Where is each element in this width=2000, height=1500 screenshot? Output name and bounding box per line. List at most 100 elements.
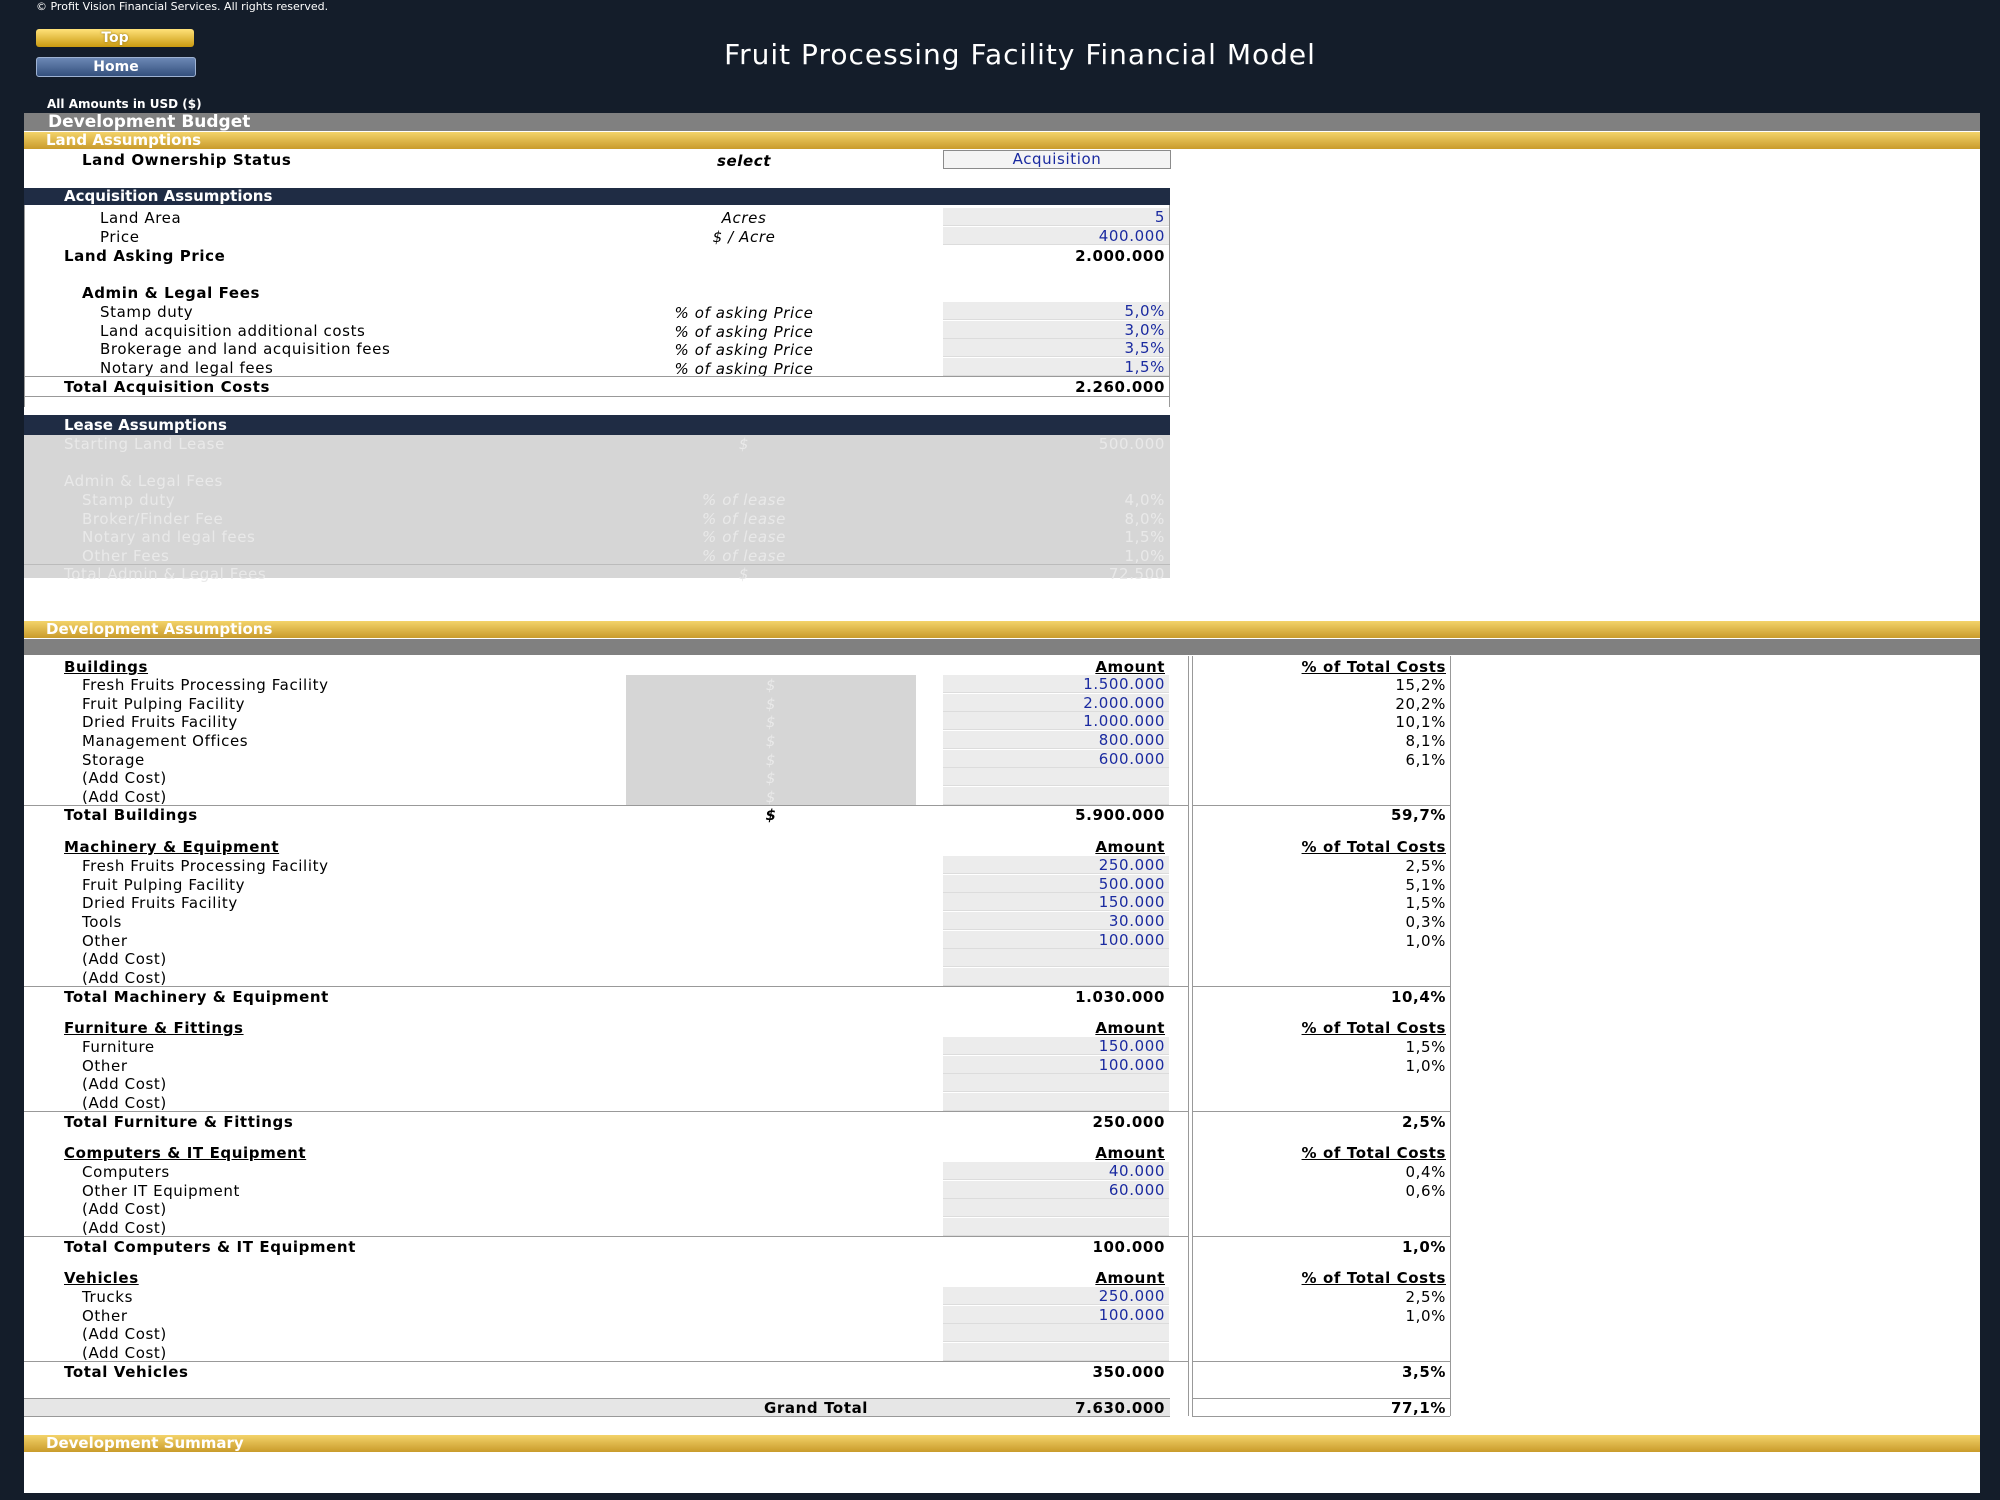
- admin-legal-fees-title: Admin & Legal Fees: [82, 284, 260, 302]
- buildings-row-pct: 20,2%: [1395, 695, 1446, 713]
- land-ownership-dropdown[interactable]: Acquisition: [943, 150, 1171, 169]
- lease-fee-value: 8,0%: [1124, 510, 1165, 528]
- machinery-row-label: Fruit Pulping Facility: [82, 876, 246, 894]
- fee-input[interactable]: 3,0%: [943, 321, 1165, 339]
- furniture-amount-input[interactable]: 150.000: [943, 1037, 1165, 1055]
- machinery-row-pct: 2,5%: [1405, 857, 1446, 875]
- total-acquisition-label: Total Acquisition Costs: [64, 378, 270, 396]
- pct-column-left-border: [1192, 656, 1193, 1416]
- machinery-row-pct: 5,1%: [1405, 876, 1446, 894]
- pct-header: % of Total Costs: [1301, 1019, 1446, 1037]
- buildings-row-unit: $: [765, 695, 777, 713]
- home-button[interactable]: Home: [36, 57, 196, 77]
- buildings-amount-input[interactable]: 800.000: [943, 731, 1165, 749]
- computers-amount-input[interactable]: [943, 1199, 1169, 1217]
- buildings-amount-input[interactable]: 600.000: [943, 750, 1165, 768]
- fee-label: Land acquisition additional costs: [100, 322, 366, 340]
- grand-total-amount: 7.630.000: [1075, 1399, 1165, 1417]
- machinery-amount-input[interactable]: 30.000: [943, 912, 1165, 930]
- lease-fee-value: 1,0%: [1124, 547, 1165, 565]
- buildings-row-label: Fresh Fruits Processing Facility: [82, 676, 329, 694]
- total-machinery-label: Total Machinery & Equipment: [64, 988, 329, 1006]
- total-machinery-pct: 10,4%: [1390, 988, 1446, 1006]
- buildings-amount-input[interactable]: [943, 787, 1169, 805]
- lease-fees-title: Admin & Legal Fees: [64, 472, 223, 490]
- computers-amount-input[interactable]: [943, 1218, 1169, 1236]
- grand-total-pct: 77,1%: [1390, 1399, 1446, 1417]
- buildings-row-pct: 10,1%: [1395, 713, 1446, 731]
- buildings-amount-input[interactable]: [943, 768, 1169, 786]
- amount-header: Amount: [1095, 658, 1165, 676]
- fee-input[interactable]: 5,0%: [943, 302, 1165, 320]
- machinery-total-pct-line: [1192, 986, 1450, 987]
- vehicles-amount-input[interactable]: 250.000: [943, 1287, 1165, 1305]
- pct-column-right-border: [1450, 656, 1451, 1416]
- vehicles-amount-input[interactable]: [943, 1324, 1169, 1342]
- buildings-row-label: Dried Fruits Facility: [82, 713, 238, 731]
- furniture-amount-input[interactable]: [943, 1074, 1169, 1092]
- buildings-row-label: (Add Cost): [82, 769, 167, 787]
- total-buildings-unit: $: [765, 806, 777, 824]
- amount-header: Amount: [1095, 838, 1165, 856]
- total-vehicles-label: Total Vehicles: [64, 1363, 189, 1381]
- vehicles-row-label: Other: [82, 1307, 128, 1325]
- furniture-row-label: Furniture: [82, 1038, 155, 1056]
- buildings-row-unit: $: [765, 769, 777, 787]
- top-button[interactable]: Top: [36, 29, 194, 47]
- pct-header: % of Total Costs: [1301, 1144, 1446, 1162]
- total-acquisition-line: [24, 376, 1170, 377]
- total-computers-amount: 100.000: [1092, 1238, 1165, 1256]
- fee-input[interactable]: 3,5%: [943, 339, 1165, 357]
- price-unit: $ / Acre: [712, 228, 776, 246]
- page-title: Fruit Processing Facility Financial Mode…: [724, 38, 1316, 71]
- total-computers-label: Total Computers & IT Equipment: [64, 1238, 356, 1256]
- furniture-amount-input[interactable]: [943, 1093, 1169, 1111]
- vehicles-amount-input[interactable]: [943, 1343, 1169, 1361]
- spreadsheet-area: Development Budget Land Assumptions Land…: [24, 113, 1980, 1493]
- development-budget-header: Development Budget: [24, 113, 1980, 131]
- machinery-amount-input[interactable]: 500.000: [943, 875, 1165, 893]
- lease-fee-unit: % of lease: [702, 547, 786, 565]
- fee-unit: % of asking Price: [674, 304, 814, 322]
- computers-row-label: (Add Cost): [82, 1219, 167, 1237]
- development-assumptions-header: Development Assumptions: [24, 621, 1980, 638]
- computers-amount-input[interactable]: 40.000: [943, 1162, 1165, 1180]
- buildings-amount-input[interactable]: 2.000.000: [943, 694, 1165, 712]
- buildings-row-pct: 6,1%: [1405, 751, 1446, 769]
- machinery-amount-input[interactable]: 100.000: [943, 931, 1165, 949]
- computers-total-line: [24, 1236, 1188, 1237]
- machinery-row-label: Fresh Fruits Processing Facility: [82, 857, 329, 875]
- machinery-amount-input[interactable]: [943, 968, 1169, 986]
- machinery-amount-input[interactable]: 150.000: [943, 893, 1165, 911]
- vehicles-amount-input[interactable]: 100.000: [943, 1306, 1165, 1324]
- furniture-amount-input[interactable]: 100.000: [943, 1056, 1165, 1074]
- vehicles-row-label: Trucks: [82, 1288, 133, 1306]
- total-machinery-amount: 1.030.000: [1075, 988, 1165, 1006]
- amount-header: Amount: [1095, 1144, 1165, 1162]
- lease-fee-unit: % of lease: [702, 528, 786, 546]
- vehicles-title: Vehicles: [64, 1269, 139, 1287]
- buildings-row-label: (Add Cost): [82, 788, 167, 806]
- lease-start-unit: $: [738, 435, 750, 453]
- buildings-amount-input[interactable]: 1.500.000: [943, 675, 1165, 693]
- fee-input[interactable]: 1,5%: [943, 358, 1165, 376]
- computers-title: Computers & IT Equipment: [64, 1144, 307, 1162]
- lease-fee-label: Notary and legal fees: [82, 528, 256, 546]
- machinery-amount-input[interactable]: [943, 949, 1169, 967]
- price-input[interactable]: 400.000: [943, 227, 1165, 245]
- grand-total-label: Grand Total: [764, 1399, 869, 1417]
- computers-amount-input[interactable]: 60.000: [943, 1181, 1165, 1199]
- fee-unit: % of asking Price: [674, 323, 814, 341]
- machinery-total-line: [24, 986, 1188, 987]
- computers-row-pct: 0,6%: [1405, 1182, 1446, 1200]
- furniture-row-label: (Add Cost): [82, 1094, 167, 1112]
- machinery-row-pct: 1,0%: [1405, 932, 1446, 950]
- machinery-row-label: (Add Cost): [82, 969, 167, 987]
- buildings-row-unit: $: [765, 713, 777, 731]
- buildings-row-label: Fruit Pulping Facility: [82, 695, 246, 713]
- machinery-amount-input[interactable]: 250.000: [943, 856, 1165, 874]
- fee-label: Brokerage and land acquisition fees: [100, 340, 391, 358]
- buildings-row-unit: $: [765, 676, 777, 694]
- land-area-input[interactable]: 5: [943, 208, 1165, 226]
- buildings-amount-input[interactable]: 1.000.000: [943, 712, 1165, 730]
